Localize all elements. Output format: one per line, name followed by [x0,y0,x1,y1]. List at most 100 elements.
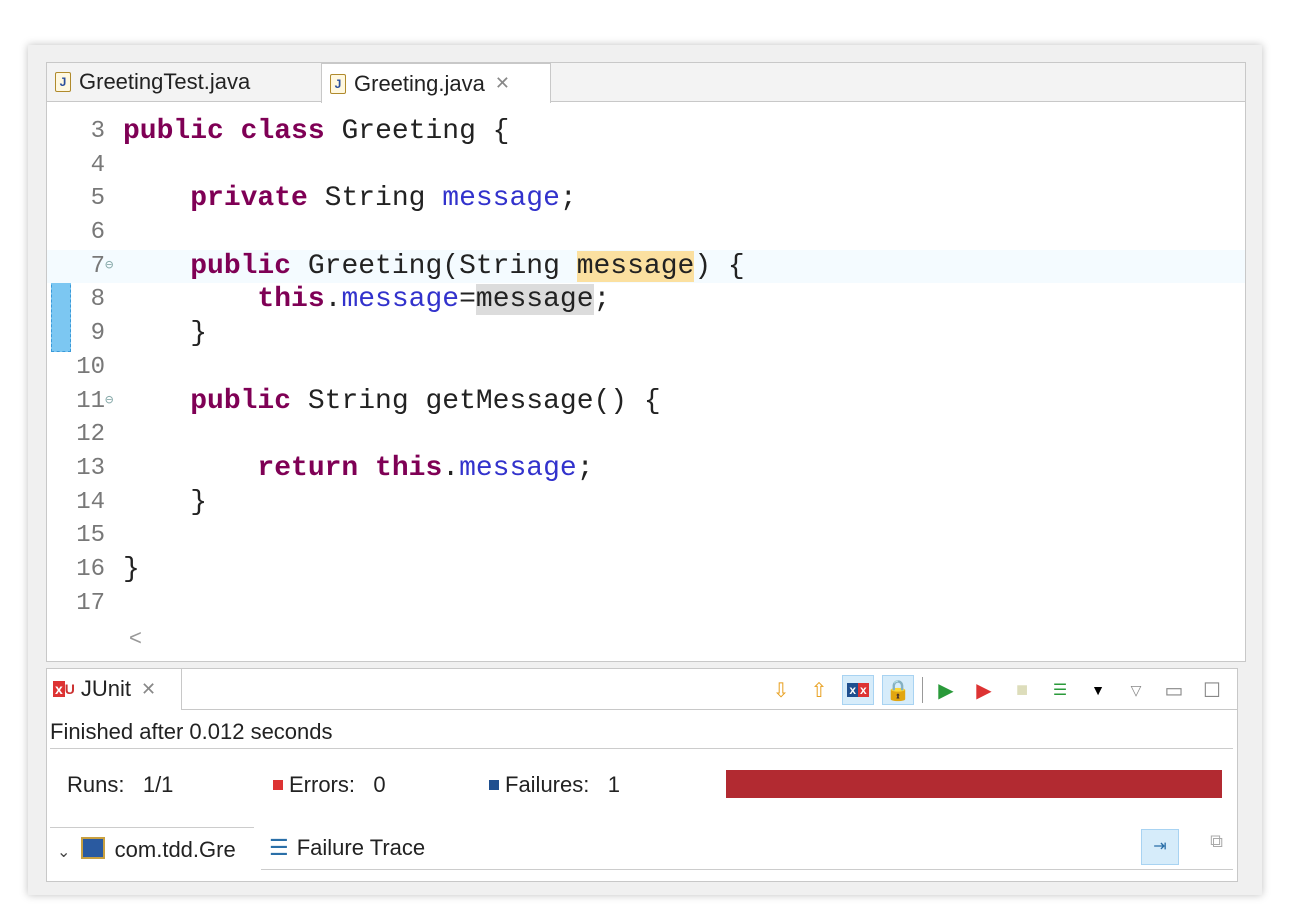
code-line[interactable]: 10 [47,351,1245,385]
test-progress-bar [726,770,1222,798]
line-number: 11 [76,387,105,415]
runs-value: 1/1 [142,772,174,797]
failures-counter: Failures: 1 [489,772,620,798]
line-number: 4 [90,151,105,179]
failures-label: Failures: [505,772,590,797]
fold-collapse-icon[interactable]: ⊖ [105,250,113,284]
previous-failure-icon[interactable]: ⇧ [804,676,834,704]
list-icon: ☰ [269,835,289,860]
code-text: this.message=message; [123,283,610,317]
history-dropdown-icon[interactable]: ▼ [1083,676,1113,704]
error-icon [273,780,283,790]
tab-label: Greeting.java [354,70,485,96]
code-line[interactable]: 7 ⊖ public Greeting(String message) { [47,249,1245,284]
code-token: String getMessage() { [291,385,661,417]
minimize-icon[interactable]: ▭ [1159,676,1189,704]
errors-counter: Errors: 0 [273,772,386,798]
code-token: message [475,284,594,316]
errors-value: 0 [373,772,386,797]
runs-counter: Runs: 1/1 [67,772,173,798]
tab-junit[interactable]: xU JUnit ✕ [47,669,182,709]
toolbar-separator [922,677,923,703]
code-token: this [358,452,443,484]
code-token: public [123,116,224,147]
code-line[interactable]: 6 [47,216,1245,250]
show-failures-only-icon[interactable]: xx [842,675,874,705]
java-file-icon: J [330,73,346,94]
view-menu-icon[interactable]: ▽ [1121,676,1151,704]
junit-toolbar-area: ⇩ ⇧ xx 🔒 ▶ ▶ ■ ☰ ▼ ▽ ▭ ☐ [181,669,1237,710]
line-number: 9 [90,320,105,348]
tree-item-label: com.tdd.Gre [114,837,236,862]
failure-icon [489,780,499,790]
test-tree-item[interactable]: ⌄ com.tdd.Gre [57,837,255,863]
divider [50,748,1233,749]
tab-label: JUnit [80,676,132,701]
code-token: ; [593,284,611,316]
code-line[interactable]: 9 } [47,317,1245,351]
junit-view: xU JUnit ✕ ⇩ ⇧ xx 🔒 ▶ ▶ ■ ☰ ▼ ▽ ▭ ☐ Fini… [46,668,1238,882]
code-line[interactable]: 8 this.message=message; [47,283,1245,317]
filter-stack-trace-icon[interactable]: ⇥ [1141,829,1179,865]
line-number: 5 [90,185,105,213]
code-text: public Greeting(String message) { [123,250,745,284]
code-text: } [123,486,207,520]
line-number: 15 [76,522,105,550]
line-number: 6 [90,219,105,247]
close-icon[interactable]: ✕ [495,73,510,94]
rerun-failed-first-icon[interactable]: ▶ [969,676,999,704]
code-line[interactable]: 3 public class Greeting { [47,115,1245,149]
runs-label: Runs: [67,772,125,797]
compare-results-icon[interactable]: ⧉ [1210,831,1223,852]
stop-icon[interactable]: ■ [1007,676,1037,704]
code-token: . [442,452,460,484]
rerun-test-icon[interactable]: ▶ [931,676,961,704]
code-text: private String message; [123,182,576,216]
code-line[interactable]: 15 [47,519,1245,553]
close-icon[interactable]: ✕ [141,679,156,700]
test-class-icon [80,837,105,859]
code-token: public [190,250,292,282]
errors-label: Errors: [289,772,355,797]
code-token: } [123,553,140,585]
scroll-left-arrow[interactable]: < [129,625,142,651]
code-line[interactable]: 17 [47,587,1245,621]
divider [50,827,254,828]
maximize-icon[interactable]: ☐ [1197,676,1227,704]
line-number: 10 [76,353,105,381]
line-number: 7 [90,252,105,280]
code-line[interactable]: 5 private String message; [47,182,1245,216]
tab-greeting-java[interactable]: J Greeting.java ✕ [321,63,551,103]
code-token: message [442,183,560,215]
editor-tab-bar: J GreetingTest.java J Greeting.java ✕ [47,63,1245,103]
code-token: Greeting(String [291,250,577,282]
code-area[interactable]: 3 public class Greeting {4 5 private Strin… [47,115,1245,620]
line-number: 12 [76,421,105,449]
code-line[interactable]: 13 return this.message; [47,452,1245,486]
tab-greetingtest-java[interactable]: J GreetingTest.java [47,63,319,101]
chevron-down-icon[interactable]: ⌄ [57,844,70,861]
code-text: } [123,553,140,587]
next-failure-icon[interactable]: ⇩ [766,676,796,704]
java-file-icon: J [55,72,71,92]
fold-collapse-icon[interactable]: ⊖ [105,385,113,419]
code-token: message [459,452,577,484]
code-line[interactable]: 12 [47,418,1245,452]
code-line[interactable]: 16} [47,553,1245,587]
code-token: class [240,116,325,147]
code-token: this [257,284,325,316]
scroll-lock-icon[interactable]: 🔒 [882,675,914,705]
test-run-history-icon[interactable]: ☰ [1045,676,1075,704]
code-token: ; [576,452,594,484]
junit-toolbar: ⇩ ⇧ xx 🔒 ▶ ▶ ■ ☰ ▼ ▽ ▭ ☐ [766,675,1227,705]
line-number: 13 [76,454,105,482]
code-line[interactable]: 11 ⊖ public String getMessage() { [47,385,1245,419]
code-line[interactable]: 14 } [47,486,1245,520]
code-token: = [459,284,476,316]
code-line[interactable]: 4 [47,149,1245,183]
code-token: Greeting { [324,116,510,147]
code-editor[interactable]: J GreetingTest.java J Greeting.java ✕ 3p… [46,62,1246,662]
